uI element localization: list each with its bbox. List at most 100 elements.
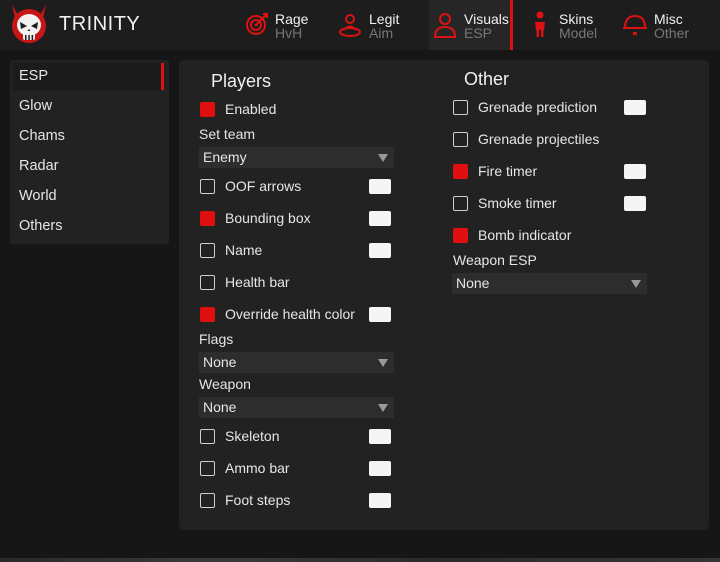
active-indicator xyxy=(161,63,164,90)
active-tab-indicator xyxy=(510,0,513,50)
players-heading: Players xyxy=(211,71,272,91)
sidebar-item-label: World xyxy=(19,188,57,204)
dropdown-arrow-icon xyxy=(631,280,641,288)
enabled-checkbox[interactable] xyxy=(200,101,215,117)
override-health-color-row[interactable]: Override health color xyxy=(200,304,355,324)
override-health-color-label: Override health color xyxy=(225,306,355,322)
bounding-box-row[interactable]: Bounding box xyxy=(200,208,311,228)
other-heading: Other xyxy=(464,69,510,89)
sidebar-item-others[interactable]: Others xyxy=(13,213,164,240)
bomb-indicator-row[interactable]: Bomb indicator xyxy=(453,225,571,245)
brand-name: TRINITY xyxy=(59,13,141,35)
oof-arrows-checkbox[interactable] xyxy=(200,178,215,194)
enabled-label: Enabled xyxy=(225,101,277,117)
esp-settings-panel: Players Enabled Set team Enemy OOF arrow… xyxy=(179,60,709,530)
name-row[interactable]: Name xyxy=(200,240,262,260)
bounding-box-label: Bounding box xyxy=(225,210,311,226)
health-bar-checkbox[interactable] xyxy=(200,274,215,290)
sidebar-item-label: Chams xyxy=(19,128,65,144)
grenade-prediction-label: Grenade prediction xyxy=(478,99,598,115)
fire-timer-label: Fire timer xyxy=(478,163,538,179)
grenade-projectiles-checkbox[interactable] xyxy=(453,131,468,147)
tab-skins[interactable]: Skins Model xyxy=(531,0,606,50)
sidebar-item-esp[interactable]: ESP xyxy=(13,63,164,90)
enabled-checkbox-row[interactable]: Enabled xyxy=(200,99,276,119)
devil-skull-logo-icon xyxy=(12,5,46,43)
name-checkbox[interactable] xyxy=(200,242,215,258)
foot-steps-color-swatch[interactable] xyxy=(369,493,391,508)
weapon-select[interactable]: None xyxy=(199,397,394,418)
fire-timer-checkbox[interactable] xyxy=(453,163,468,179)
sidebar-item-chams[interactable]: Chams xyxy=(13,123,164,150)
name-label: Name xyxy=(225,242,263,258)
ammo-bar-checkbox[interactable] xyxy=(200,460,215,476)
sidebar-item-label: Glow xyxy=(19,98,53,114)
weapon-esp-value: None xyxy=(456,275,490,291)
flags-label: Flags xyxy=(199,331,234,347)
tab-legit[interactable]: Legit Aim xyxy=(338,0,408,50)
weapon-esp-label: Weapon ESP xyxy=(453,252,537,268)
figure-icon xyxy=(535,11,545,37)
name-color-swatch[interactable] xyxy=(369,243,391,258)
sidebar-item-label: Others xyxy=(19,218,63,234)
set-team-select[interactable]: Enemy xyxy=(199,147,394,168)
bomb-indicator-label: Bomb indicator xyxy=(478,227,572,243)
smoke-timer-color-swatch[interactable] xyxy=(624,196,646,211)
health-bar-label: Health bar xyxy=(225,274,290,290)
smoke-timer-label: Smoke timer xyxy=(478,195,557,211)
smoke-timer-checkbox[interactable] xyxy=(453,195,468,211)
weapon-label: Weapon xyxy=(199,376,251,392)
oof-arrows-color-swatch[interactable] xyxy=(369,179,391,194)
grenade-prediction-color-swatch[interactable] xyxy=(624,100,646,115)
dropdown-arrow-icon xyxy=(378,359,388,367)
person-target-icon xyxy=(339,14,361,37)
skeleton-row[interactable]: Skeleton xyxy=(200,426,279,446)
tab-rage[interactable]: Rage HvH xyxy=(244,0,314,50)
ammo-bar-row[interactable]: Ammo bar xyxy=(200,458,290,478)
flags-value: None xyxy=(203,354,237,370)
skeleton-color-swatch[interactable] xyxy=(369,429,391,444)
tab-visuals[interactable]: Visuals ESP xyxy=(429,0,513,50)
oof-arrows-row[interactable]: OOF arrows xyxy=(200,176,301,196)
bomb-indicator-checkbox[interactable] xyxy=(453,227,468,243)
fire-timer-row[interactable]: Fire timer xyxy=(453,161,537,181)
tab-sublabel: ESP xyxy=(464,25,493,41)
grenade-projectiles-row[interactable]: Grenade projectiles xyxy=(453,129,599,149)
sidebar-item-glow[interactable]: Glow xyxy=(13,93,164,120)
flags-select[interactable]: None xyxy=(199,352,394,373)
weapon-esp-select[interactable]: None xyxy=(452,273,647,294)
tab-sublabel: Aim xyxy=(369,25,394,41)
set-team-value: Enemy xyxy=(203,149,247,165)
tab-sublabel: Other xyxy=(654,25,690,41)
override-health-color-checkbox[interactable] xyxy=(200,306,215,322)
sidebar: ESP Glow Chams Radar World Others xyxy=(10,60,169,244)
sidebar-item-world[interactable]: World xyxy=(13,183,164,210)
foot-steps-row[interactable]: Foot steps xyxy=(200,490,290,510)
weapon-value: None xyxy=(203,399,237,415)
oof-arrows-label: OOF arrows xyxy=(225,178,302,194)
skeleton-label: Skeleton xyxy=(225,428,280,444)
sidebar-item-radar[interactable]: Radar xyxy=(13,153,164,180)
grenade-prediction-row[interactable]: Grenade prediction xyxy=(453,97,597,117)
sidebar-item-label: ESP xyxy=(19,68,49,84)
grenade-projectiles-label: Grenade projectiles xyxy=(478,131,600,147)
override-health-color-swatch[interactable] xyxy=(369,307,391,322)
fire-timer-color-swatch[interactable] xyxy=(624,164,646,179)
smoke-timer-row[interactable]: Smoke timer xyxy=(453,193,557,213)
grenade-prediction-checkbox[interactable] xyxy=(453,99,468,115)
set-team-label: Set team xyxy=(199,126,256,142)
bounding-box-checkbox[interactable] xyxy=(200,210,215,226)
ammo-bar-color-swatch[interactable] xyxy=(369,461,391,476)
tab-misc[interactable]: Misc Other xyxy=(622,0,702,50)
target-icon xyxy=(246,13,268,35)
bounding-box-color-swatch[interactable] xyxy=(369,211,391,226)
alarm-bell-icon xyxy=(623,14,647,35)
top-bar: TRINITY Rage HvH Legit Aim Visuals ESP S… xyxy=(0,0,720,50)
tab-sublabel: Model xyxy=(559,25,598,41)
skeleton-checkbox[interactable] xyxy=(200,428,215,444)
tab-sublabel: HvH xyxy=(275,25,303,41)
person-icon xyxy=(433,13,457,38)
health-bar-row[interactable]: Health bar xyxy=(200,272,290,292)
foot-steps-checkbox[interactable] xyxy=(200,492,215,508)
dropdown-arrow-icon xyxy=(378,154,388,162)
